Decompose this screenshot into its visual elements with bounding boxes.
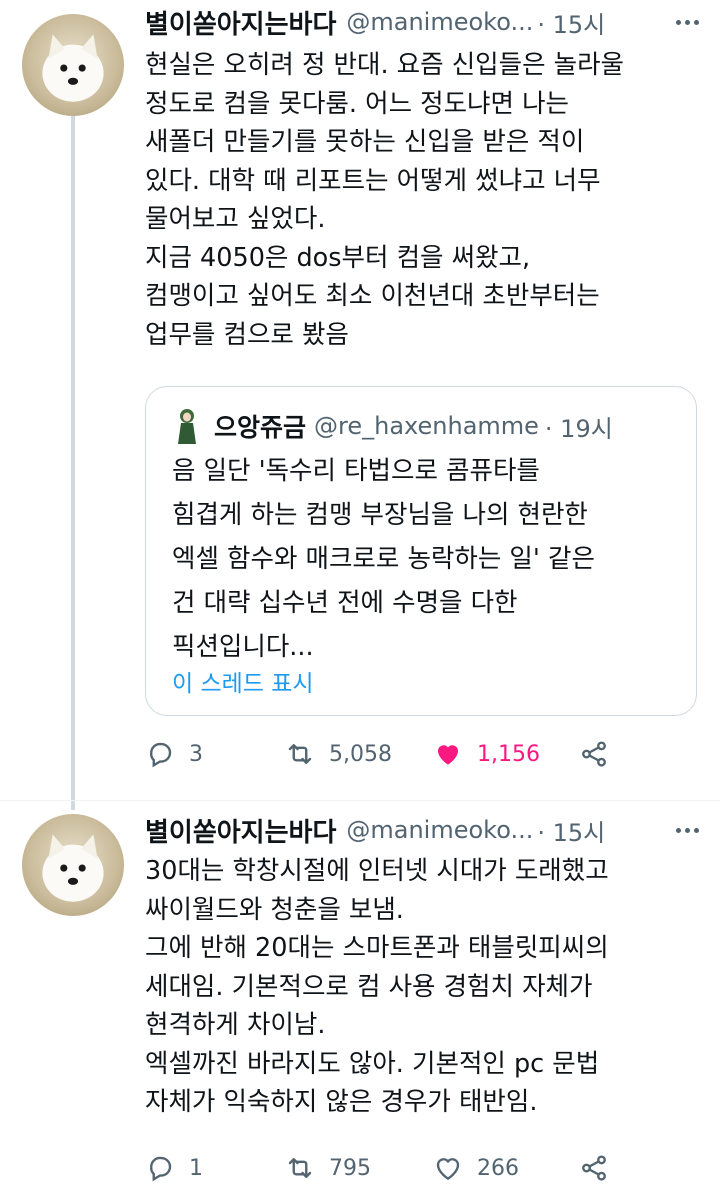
user-avatar[interactable] xyxy=(22,14,124,116)
retweet-button[interactable]: 795 xyxy=(285,1148,371,1188)
tweet-header: 별이쏟아지는바다 @manimeoko... · 15시 xyxy=(145,812,705,848)
like-button[interactable]: 266 xyxy=(433,1148,519,1188)
reply-count: 3 xyxy=(189,741,203,767)
tweet-time[interactable]: · 15시 xyxy=(537,5,605,40)
share-button[interactable] xyxy=(579,1148,609,1188)
tweet-text-line: 세대임. 기본적으로 컴 사용 경험치 자체가 xyxy=(145,971,593,1002)
quoted-text-line: 픽션입니다... xyxy=(172,632,314,662)
tweet-text-line: 지금 4050은 dos부터 컴을 써왔고, xyxy=(145,242,531,273)
tweet-text: 현실은 오히려 정 반대. 요즘 신입들은 놀라울 정도로 컴을 못다룸. 어느… xyxy=(145,46,705,354)
tweet-2[interactable]: 별이쏟아지는바다 @manimeoko... · 15시 30대는 학창시절에 … xyxy=(145,812,705,1122)
user-handle[interactable]: @manimeoko... xyxy=(346,8,533,36)
quoted-text-line: 엑셀 함수와 매크로로 농락하는 일' 같은 xyxy=(172,544,595,574)
thread-connector-line xyxy=(71,110,75,810)
retweet-count: 5,058 xyxy=(329,741,392,767)
display-name[interactable]: 별이쏟아지는바다 xyxy=(145,812,336,849)
reply-count: 1 xyxy=(189,1155,203,1181)
like-count: 266 xyxy=(477,1155,519,1181)
like-count: 1,156 xyxy=(477,741,540,767)
share-icon xyxy=(582,741,606,767)
share-button[interactable] xyxy=(579,734,609,774)
display-name[interactable]: 별이쏟아지는바다 xyxy=(145,4,336,41)
tweet-text-line: 30대는 학창시절에 인터넷 시대가 도래했고 xyxy=(145,856,609,886)
quoted-user-avatar xyxy=(178,409,196,444)
tweet-text-line: 물어보고 싶었다. xyxy=(145,204,326,234)
tweet-text-line: 있다. 대학 때 리포트는 어떻게 썼냐고 너무 xyxy=(145,165,601,196)
reply-icon xyxy=(150,1156,172,1182)
tweet-text-line: 현격하게 차이남. xyxy=(145,1010,326,1040)
tweet-actions: 3 5,058 1,156 xyxy=(145,734,705,774)
user-avatar[interactable] xyxy=(22,814,124,916)
quoted-user-handle: @re_haxenhamme xyxy=(314,412,539,440)
quoted-text-line: 힘겹게 하는 컴맹 부장님을 나의 현란한 xyxy=(172,500,588,530)
quoted-tweet-time: · 19시 xyxy=(544,414,613,443)
user-handle[interactable]: @manimeoko... xyxy=(346,816,533,844)
tweet-text-line: 그에 반해 20대는 스마트폰과 태블릿피씨의 xyxy=(145,933,609,963)
quoted-text-line: 건 대략 십수년 전에 수명을 다한 xyxy=(172,588,518,618)
tweet-text-line: 자체가 익숙하지 않은 경우가 태반임. xyxy=(145,1087,538,1117)
reply-button[interactable]: 3 xyxy=(145,734,203,774)
retweet-icon xyxy=(288,1158,312,1178)
share-icon xyxy=(582,1155,606,1181)
heart-icon xyxy=(436,1158,460,1181)
retweet-icon xyxy=(288,744,312,764)
show-thread-link[interactable]: 이 스레드 표시 xyxy=(172,664,314,698)
like-button[interactable]: 1,156 xyxy=(433,734,540,774)
reply-icon xyxy=(150,742,172,768)
tweet-time[interactable]: · 15시 xyxy=(537,813,605,848)
tweet-text-line: 새폴더 만들기를 못하는 신입을 받은 적이 xyxy=(145,127,585,157)
tweet-divider xyxy=(0,800,720,801)
tweet-header: 별이쏟아지는바다 @manimeoko... · 15시 xyxy=(145,4,705,40)
quoted-text-line: 음 일단 '독수리 타법으로 콤퓨타를 xyxy=(172,456,540,486)
tweet-text-line: 싸이월드와 청춘을 보냄. xyxy=(145,894,404,925)
tweet-text-line: 컴맹이고 싶어도 최소 이천년대 초반부터는 xyxy=(145,281,600,311)
tweet-text-line: 정도로 컴을 못다룸. 어느 정도냐면 나는 xyxy=(145,88,569,119)
tweet-text-line: 현실은 오히려 정 반대. 요즘 신입들은 놀라울 xyxy=(145,50,625,80)
quoted-tweet-text: 음 일단 '독수리 타법으로 콤퓨타를 힘겹게 하는 컴맹 부장님을 나의 현란… xyxy=(172,449,595,669)
quoted-display-name: 으앙쥬금 xyxy=(214,413,307,442)
reply-button[interactable]: 1 xyxy=(145,1148,203,1188)
quoted-tweet-header: 으앙쥬금 @re_haxenhamme · 19시 xyxy=(172,407,613,445)
tweet-1[interactable]: 별이쏟아지는바다 @manimeoko... · 15시 현실은 오히려 정 반… xyxy=(145,4,705,354)
tweet-actions: 1 795 266 xyxy=(145,1148,705,1188)
heart-icon xyxy=(438,745,458,765)
tweet-text: 30대는 학창시절에 인터넷 시대가 도래했고 싸이월드와 청춘을 보냄. 그에… xyxy=(145,852,705,1122)
more-icon[interactable] xyxy=(676,820,705,840)
more-icon[interactable] xyxy=(676,12,705,32)
tweet-text-line: 업무를 컴으로 봤음 xyxy=(145,319,349,350)
retweet-count: 795 xyxy=(329,1155,371,1181)
retweet-button[interactable]: 5,058 xyxy=(285,734,392,774)
tweet-text-line: 엑셀까진 바라지도 않아. 기본적인 pc 문법 xyxy=(145,1048,600,1079)
quoted-tweet[interactable]: 으앙쥬금 @re_haxenhamme · 19시 음 일단 '독수리 타법으로… xyxy=(145,386,697,716)
